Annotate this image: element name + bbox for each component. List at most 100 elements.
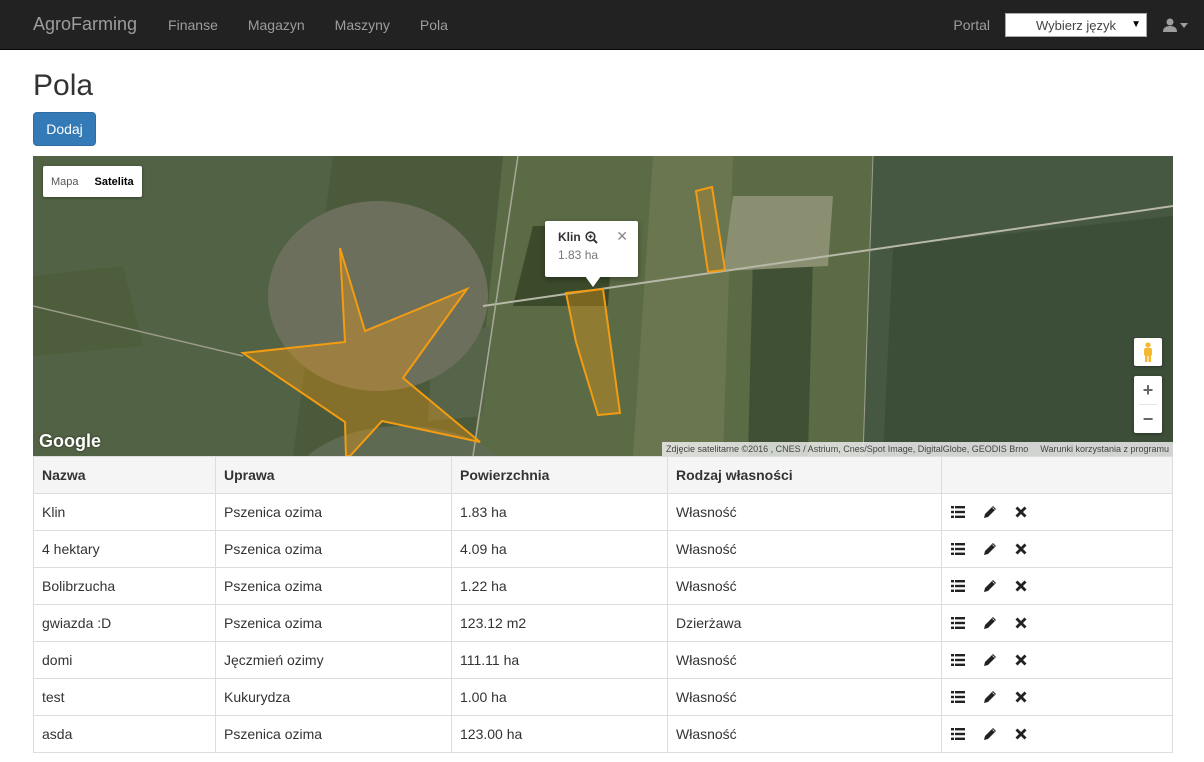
table-row: Bolibrzucha Pszenica ozima 1.22 ha Własność bbox=[33, 567, 1173, 605]
table-row: 4 hektary Pszenica ozima 4.09 ha Własność bbox=[33, 530, 1173, 568]
cell-name: 4 hektary bbox=[33, 530, 216, 568]
cell-name: asda bbox=[33, 715, 216, 753]
cell-ownership: Własność bbox=[667, 493, 942, 531]
zoom-control: + − bbox=[1134, 376, 1162, 433]
nav-link-magazyn[interactable]: Magazyn bbox=[233, 17, 320, 33]
fields-table: Nazwa Uprawa Powierzchnia Rodzaj własnoś… bbox=[33, 456, 1173, 753]
list-icon[interactable] bbox=[951, 654, 965, 666]
language-select-value: Wybierz język bbox=[1035, 17, 1117, 33]
remove-icon[interactable] bbox=[1015, 580, 1027, 592]
remove-icon[interactable] bbox=[1015, 543, 1027, 555]
table-header-row: Nazwa Uprawa Powierzchnia Rodzaj własnoś… bbox=[33, 456, 1173, 494]
cell-ownership: Własność bbox=[667, 678, 942, 716]
caret-down-icon bbox=[1180, 22, 1188, 28]
remove-icon[interactable] bbox=[1015, 691, 1027, 703]
popup-area: 1.83 ha bbox=[558, 248, 599, 262]
language-select[interactable]: Wybierz język ▼ bbox=[1005, 13, 1147, 37]
pencil-icon[interactable] bbox=[983, 505, 997, 519]
terms-link[interactable]: Warunki korzystania z programu bbox=[1040, 444, 1169, 454]
list-icon[interactable] bbox=[951, 691, 965, 703]
table-row: domi Jęczmień ozimy 111.11 ha Własność bbox=[33, 641, 1173, 679]
cell-actions bbox=[941, 678, 1173, 716]
pencil-icon[interactable] bbox=[983, 542, 997, 556]
zoom-in-button[interactable]: + bbox=[1134, 376, 1162, 404]
map-attribution: Zdjęcie satelitarne ©2016 , CNES / Astri… bbox=[661, 442, 1173, 456]
remove-icon[interactable] bbox=[1015, 654, 1027, 666]
popup-title: Klin bbox=[558, 230, 581, 244]
map[interactable]: Mapa Satelita Klin 1.83 ha ✕ + − Google … bbox=[33, 156, 1173, 456]
map-type-satelita[interactable]: Satelita bbox=[87, 166, 142, 197]
nav-link-portal[interactable]: Portal bbox=[953, 17, 990, 33]
dropdown-arrow-icon: ▼ bbox=[1131, 19, 1141, 30]
nav-link-pola[interactable]: Pola bbox=[405, 17, 463, 33]
user-icon bbox=[1163, 18, 1177, 32]
attribution-text: Zdjęcie satelitarne ©2016 , CNES / Astri… bbox=[665, 444, 1029, 454]
street-view-button[interactable] bbox=[1134, 338, 1162, 366]
zoom-out-button[interactable]: − bbox=[1134, 405, 1162, 433]
cell-actions bbox=[941, 604, 1173, 642]
page-title: Pola bbox=[33, 69, 94, 102]
cell-name: domi bbox=[33, 641, 216, 679]
google-logo[interactable]: Google bbox=[39, 431, 101, 452]
cell-crop: Jęczmień ozimy bbox=[215, 641, 452, 679]
column-header-ownership: Rodzaj własności bbox=[667, 456, 942, 494]
remove-icon[interactable] bbox=[1015, 617, 1027, 629]
cell-area: 4.09 ha bbox=[451, 530, 668, 568]
nav-link-finanse[interactable]: Finanse bbox=[153, 17, 233, 33]
cell-crop: Pszenica ozima bbox=[215, 604, 452, 642]
cell-ownership: Własność bbox=[667, 530, 942, 568]
cell-area: 1.00 ha bbox=[451, 678, 668, 716]
cell-area: 1.22 ha bbox=[451, 567, 668, 605]
add-button[interactable]: Dodaj bbox=[33, 112, 96, 146]
cell-crop: Pszenica ozima bbox=[215, 567, 452, 605]
cell-area: 111.11 ha bbox=[451, 641, 668, 679]
cell-name: Klin bbox=[33, 493, 216, 531]
cell-ownership: Dzierżawa bbox=[667, 604, 942, 642]
cell-ownership: Własność bbox=[667, 715, 942, 753]
column-header-area: Powierzchnia bbox=[451, 456, 668, 494]
cell-ownership: Własność bbox=[667, 567, 942, 605]
column-header-name: Nazwa bbox=[33, 456, 216, 494]
satellite-imagery bbox=[33, 156, 1173, 456]
popup-tail bbox=[585, 276, 601, 287]
list-icon[interactable] bbox=[951, 580, 965, 592]
list-icon[interactable] bbox=[951, 617, 965, 629]
table-row: Klin Pszenica ozima 1.83 ha Własność bbox=[33, 493, 1173, 531]
list-icon[interactable] bbox=[951, 506, 965, 518]
brand-link[interactable]: AgroFarming bbox=[33, 14, 137, 35]
pencil-icon[interactable] bbox=[983, 690, 997, 704]
table-row: asda Pszenica ozima 123.00 ha Własność bbox=[33, 715, 1173, 753]
table-row: gwiazda :D Pszenica ozima 123.12 m2 Dzierża… bbox=[33, 604, 1173, 642]
cell-actions bbox=[941, 641, 1173, 679]
map-type-control: Mapa Satelita bbox=[43, 166, 142, 197]
cell-actions bbox=[941, 493, 1173, 531]
cell-actions bbox=[941, 530, 1173, 568]
nav-link-maszyny[interactable]: Maszyny bbox=[320, 17, 405, 33]
table-row: test Kukurydza 1.00 ha Własność bbox=[33, 678, 1173, 716]
cell-ownership: Własność bbox=[667, 641, 942, 679]
cell-crop: Pszenica ozima bbox=[215, 715, 452, 753]
map-type-mapa[interactable]: Mapa bbox=[43, 166, 87, 197]
pencil-icon[interactable] bbox=[983, 616, 997, 630]
cell-name: Bolibrzucha bbox=[33, 567, 216, 605]
navbar-right: Portal Wybierz język ▼ bbox=[953, 0, 1188, 50]
pencil-icon[interactable] bbox=[983, 653, 997, 667]
remove-icon[interactable] bbox=[1015, 506, 1027, 518]
cell-actions bbox=[941, 567, 1173, 605]
pencil-icon[interactable] bbox=[983, 727, 997, 741]
close-icon[interactable]: ✕ bbox=[616, 228, 628, 245]
cell-name: gwiazda :D bbox=[33, 604, 216, 642]
user-menu[interactable] bbox=[1163, 18, 1188, 32]
pencil-icon[interactable] bbox=[983, 579, 997, 593]
cell-area: 123.00 ha bbox=[451, 715, 668, 753]
cell-area: 123.12 m2 bbox=[451, 604, 668, 642]
remove-icon[interactable] bbox=[1015, 728, 1027, 740]
info-popup: Klin 1.83 ha ✕ bbox=[545, 221, 638, 287]
list-icon[interactable] bbox=[951, 543, 965, 555]
navbar: AgroFarming Finanse Magazyn Maszyny Pola… bbox=[0, 0, 1204, 50]
list-icon[interactable] bbox=[951, 728, 965, 740]
cell-area: 1.83 ha bbox=[451, 493, 668, 531]
pegman-icon bbox=[1144, 342, 1152, 362]
cell-crop: Pszenica ozima bbox=[215, 530, 452, 568]
zoom-in-icon[interactable] bbox=[585, 230, 598, 244]
